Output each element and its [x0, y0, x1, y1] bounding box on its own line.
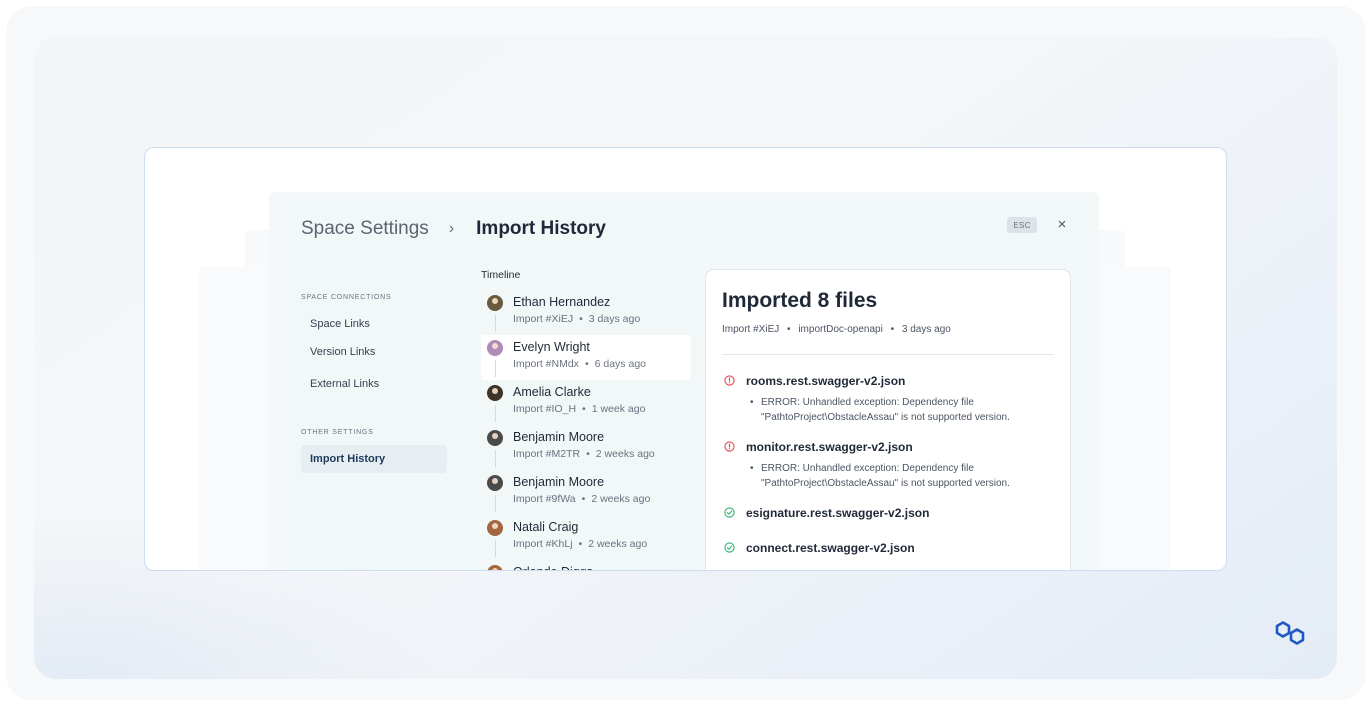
sidebar-item-space-links[interactable]: Space Links — [301, 310, 447, 338]
timeline-user-name: Amelia Clarke — [513, 385, 591, 399]
meta-separator: • — [584, 358, 589, 370]
nav-group-label: SPACE CONNECTIONS — [301, 294, 392, 301]
sidebar-item-external-links[interactable]: External Links — [301, 370, 447, 398]
avatar — [487, 475, 503, 491]
chevron-right-icon: › — [448, 220, 455, 237]
settings-sidebar: SPACE CONNECTIONS Space Links Version Link… — [301, 293, 447, 473]
sidebar-item-import-history[interactable]: Import History — [301, 445, 447, 473]
error-message: • ERROR: Unhandled exception: Dependency … — [746, 395, 1036, 425]
timeline-title: Timeline — [481, 269, 521, 281]
check-circle-icon — [724, 507, 735, 518]
timeline-item[interactable]: Orlando Diggs — [481, 560, 691, 570]
detail-meta-time: 3 days ago — [901, 324, 951, 335]
timeline-item[interactable]: Benjamin Moore Import #M2TR • 2 weeks ago — [481, 425, 691, 470]
timeline-user-name: Ethan Hernandez — [513, 295, 611, 309]
avatar — [487, 385, 503, 401]
error-circle-icon — [724, 441, 735, 452]
avatar — [487, 520, 503, 536]
sidebar-item-version-links[interactable]: Version Links — [301, 338, 447, 366]
timeline-time: 2 weeks ago — [588, 538, 648, 550]
avatar — [487, 295, 503, 311]
avatar — [487, 340, 503, 356]
timeline-meta: Import #XiEJ • 3 days ago — [513, 311, 691, 327]
page-title: Import History — [476, 218, 606, 239]
timeline-item[interactable]: Amelia Clarke Import #IO_H • 1 week ago — [481, 380, 691, 425]
file-entry[interactable]: connect.rest.swagger-v2.json — [722, 541, 1054, 556]
esc-key-badge: ESC — [1007, 217, 1037, 233]
file-name: rooms.rest.swagger-v2.json — [746, 374, 906, 388]
timeline-item[interactable]: Natali Craig Import #KhLj • 2 weeks ago — [481, 515, 691, 560]
error-circle-icon — [724, 375, 735, 386]
meta-separator: • — [787, 324, 791, 335]
timeline-item[interactable]: Benjamin Moore Import #9fWa • 2 weeks ago — [481, 470, 691, 515]
timeline-user-name: Orlando Diggs — [513, 564, 691, 570]
close-icon[interactable]: × — [1053, 216, 1071, 234]
timeline-import-id: Import #XiEJ — [513, 313, 574, 325]
file-entry[interactable]: rooms.rest.swagger-v2.json • ERROR: Unhand… — [722, 374, 1054, 425]
bullet: • — [750, 397, 754, 408]
timeline-import-id: Import #IO_H — [513, 403, 577, 415]
file-entry[interactable]: monitor.rest.swagger-v2.json • ERROR: Unha… — [722, 440, 1054, 491]
timeline-time: 1 week ago — [591, 403, 646, 415]
file-list: rooms.rest.swagger-v2.json • ERROR: Unhand… — [722, 374, 1054, 570]
timeline-time: 6 days ago — [594, 358, 646, 370]
detail-meta-import: Import #XiEJ — [722, 324, 780, 335]
breadcrumb-space-settings[interactable]: Space Settings — [301, 218, 429, 240]
timeline-item[interactable]: Ethan Hernandez Import #XiEJ • 3 days ago — [481, 290, 691, 335]
timeline-user-name: Benjamin Moore — [513, 430, 605, 444]
timeline-panel: Timeline Ethan Hernandez Import #XiEJ • 3 d… — [481, 268, 691, 570]
meta-separator: • — [581, 493, 586, 505]
timeline-import-id: Import #9fWa — [513, 493, 576, 505]
file-name: monitor.rest.swagger-v2.json — [746, 440, 913, 454]
bullet: • — [750, 463, 754, 474]
file-entry[interactable]: esignature.rest.swagger-v2.json — [722, 506, 1054, 521]
meta-separator: • — [586, 448, 590, 460]
meta-separator: • — [890, 324, 895, 335]
timeline-user-name: Evelyn Wright — [513, 340, 590, 354]
divider — [722, 354, 1054, 355]
timeline-import-id: Import #M2TR — [513, 448, 581, 460]
meta-separator: • — [578, 538, 583, 550]
timeline-time: 2 weeks ago — [595, 448, 655, 460]
timeline-time: 3 days ago — [588, 313, 641, 325]
timeline-meta: Import #KhLj • 2 weeks ago — [513, 536, 691, 552]
meta-separator: • — [579, 313, 583, 325]
file-name: esignature.rest.swagger-v2.json — [746, 506, 930, 520]
timeline-user-name: Natali Craig — [513, 520, 579, 534]
error-text: ERROR: Unhandled exception: Dependency f… — [761, 463, 1010, 489]
timeline-time: 2 weeks ago — [591, 493, 651, 505]
meta-separator: • — [582, 403, 586, 415]
screenshot-card: Space Settings › Import History ESC × SP… — [144, 147, 1227, 571]
avatar — [487, 430, 503, 446]
dialog-header: Space Settings › Import History ESC × — [301, 216, 1071, 241]
import-detail-card: Imported 8 files Import #XiEJ • importDo… — [705, 269, 1071, 570]
timeline-meta: Import #M2TR • 2 weeks ago — [513, 446, 691, 462]
timeline-meta: Import #9fWa • 2 weeks ago — [513, 491, 691, 507]
detail-meta-doc: importDoc-openapi — [798, 324, 883, 335]
check-circle-icon — [724, 542, 735, 553]
file-name: connect.rest.swagger-v2.json — [746, 541, 915, 555]
avatar — [487, 565, 503, 570]
hexagon-link-logo-icon — [1275, 621, 1305, 645]
timeline-import-id: Import #KhLj — [513, 538, 573, 550]
nav-group-label: OTHER SETTINGS — [301, 429, 374, 436]
timeline-meta: Import #NMdx • 6 days ago — [513, 356, 691, 372]
import-history-dialog: Space Settings › Import History ESC × SP… — [283, 198, 1089, 570]
timeline-item[interactable]: Evelyn Wright Import #NMdx • 6 days ago — [481, 335, 691, 380]
detail-meta: Import #XiEJ • importDoc-openapi • 3 day… — [722, 324, 951, 335]
timeline-meta: Import #IO_H • 1 week ago — [513, 401, 691, 417]
timeline-import-id: Import #NMdx — [513, 358, 579, 370]
timeline-user-name: Benjamin Moore — [513, 475, 605, 489]
detail-title: Imported 8 files — [722, 289, 878, 312]
error-text: ERROR: Unhandled exception: Dependency f… — [761, 397, 1010, 423]
error-message: • ERROR: Unhandled exception: Dependency … — [746, 461, 1036, 491]
